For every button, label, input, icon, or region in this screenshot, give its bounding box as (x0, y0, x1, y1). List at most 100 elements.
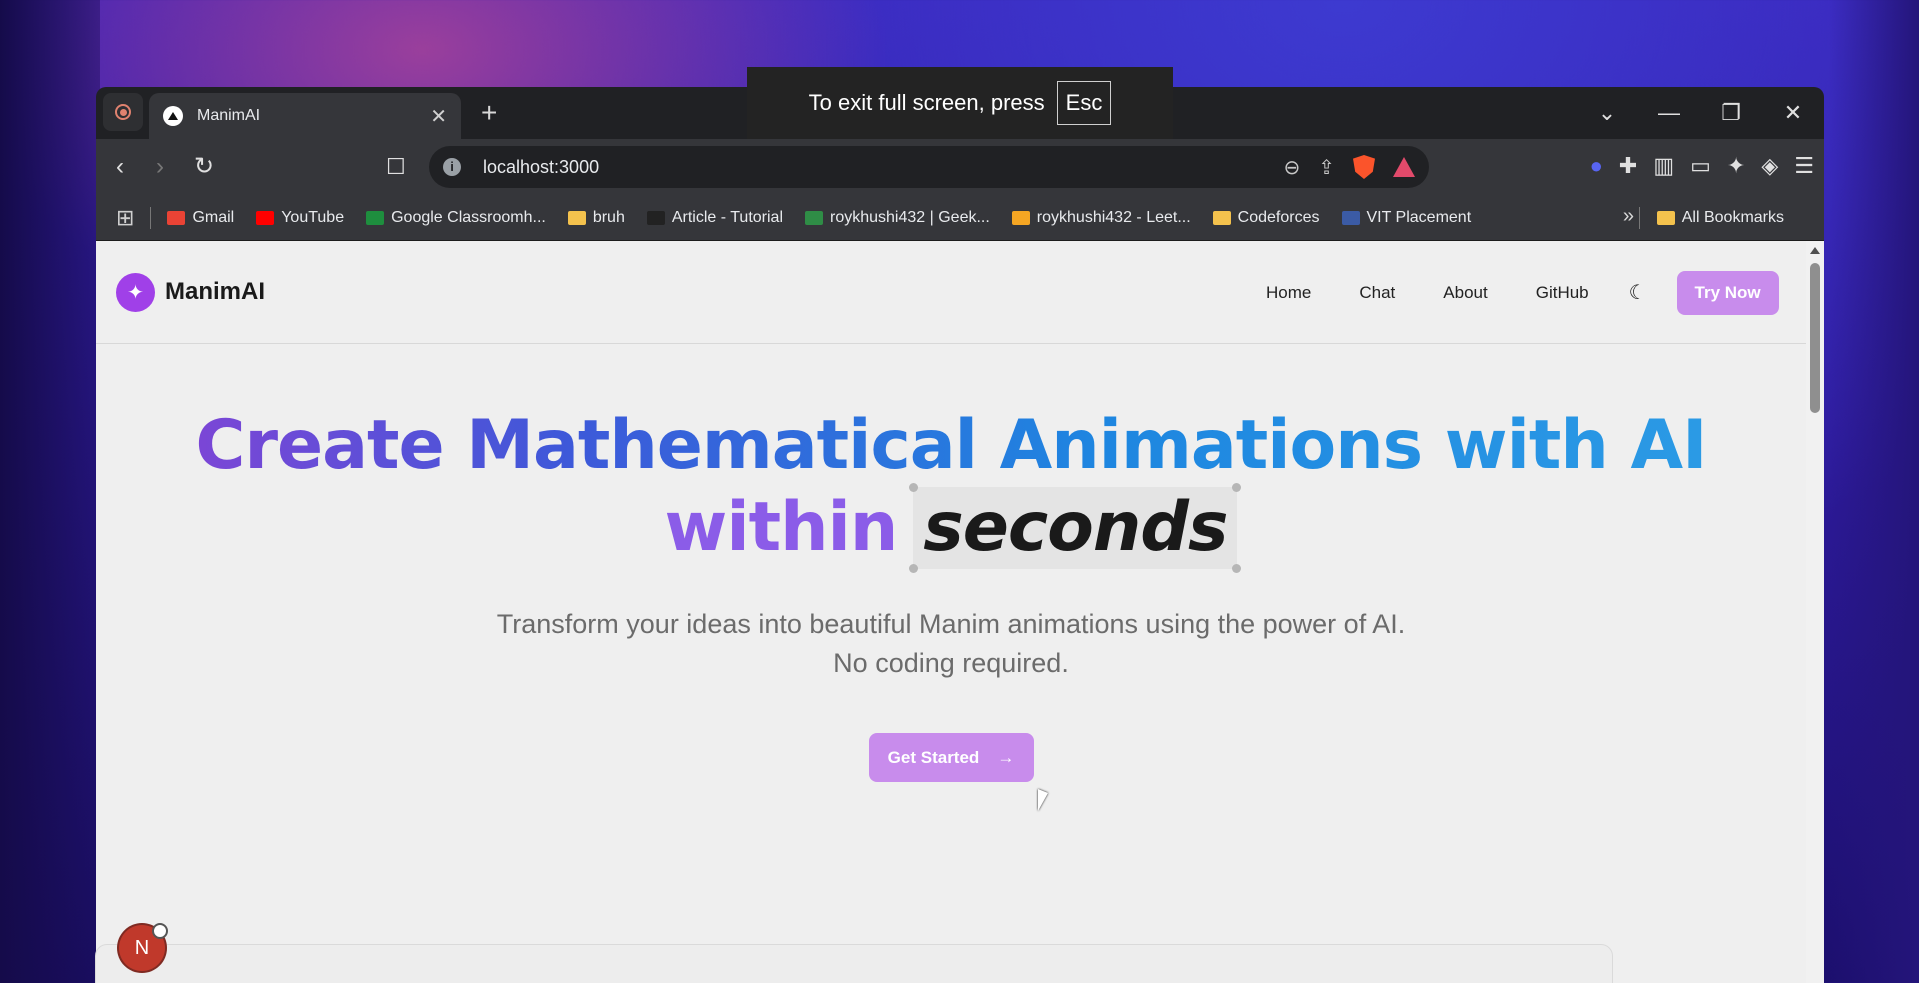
mouse-cursor (1038, 789, 1048, 811)
sidebar-icon[interactable]: ▥ (1653, 153, 1674, 179)
tab-title: ManimAI (197, 107, 261, 124)
resize-handle (909, 564, 919, 573)
more-bookmarks-icon[interactable]: » (1623, 205, 1634, 228)
restore-button[interactable]: ❐ (1700, 100, 1762, 126)
close-tab-icon[interactable]: ✕ (430, 104, 447, 129)
site-info-icon[interactable]: i (443, 158, 461, 176)
resize-handle (909, 483, 919, 492)
fullscreen-notice-text: To exit full screen, press (808, 90, 1045, 115)
bookmark-label: roykhushi432 - Leet... (1036, 208, 1191, 226)
bookmark-favicon-icon (1212, 210, 1231, 225)
get-started-label: Get Started (887, 747, 980, 767)
nav-github[interactable]: GitHub (1536, 283, 1589, 303)
back-icon[interactable]: ‹ (116, 153, 124, 181)
wallpaper-right (1829, 0, 1919, 983)
wallet-icon[interactable]: ▭ (1690, 153, 1711, 179)
avatar[interactable]: N (119, 923, 168, 971)
record-button[interactable] (103, 93, 143, 131)
menu-icon[interactable]: ☰ (1794, 153, 1814, 179)
bookmark-item[interactable]: roykhushi432 | Geek... (805, 209, 990, 227)
extensions-icon[interactable]: ✚ (1619, 153, 1637, 179)
bookmark-favicon-icon (1011, 210, 1030, 225)
fullscreen-notice: To exit full screen, press Esc (747, 67, 1173, 139)
tab-search-icon[interactable]: ⌄ (1576, 100, 1638, 126)
bookmark-favicon-icon (805, 210, 823, 225)
tab-manimai[interactable]: ManimAI ✕ (149, 93, 461, 139)
sparkle-logo-icon[interactable]: ✦ (116, 272, 155, 312)
wallpaper-left (0, 0, 100, 983)
site-navbar: ✦ ManimAI Home Chat About GitHub ☾ Try N… (96, 241, 1806, 344)
minimize-button[interactable]: — (1638, 100, 1700, 126)
bookmark-label: Article - Tutorial (671, 208, 783, 226)
get-started-button[interactable]: Get Started → (868, 733, 1034, 782)
extensions-area: ● ✚ ▥ ▭ ✦ ◈ ☰ (1590, 153, 1814, 179)
page-scrollbar[interactable] (1806, 241, 1824, 983)
forward-icon[interactable]: › (156, 153, 164, 181)
bookmark-favicon-icon (646, 210, 665, 225)
new-tab-button[interactable]: + (481, 97, 497, 129)
bookmark-item[interactable]: Codeforces (1212, 208, 1320, 227)
hero-title-seconds: seconds (909, 483, 1242, 573)
bookmark-item[interactable]: YouTube (256, 209, 344, 227)
zoom-icon[interactable]: ⊖ (1283, 155, 1300, 180)
address-bar[interactable]: i ⊖ ⇪ (429, 146, 1429, 188)
record-icon (115, 104, 131, 120)
nav-links: Home Chat About GitHub ☾ Try Now (1266, 241, 1779, 344)
brave-rewards-icon[interactable] (1393, 157, 1415, 177)
hero-title-line1: Create Mathematical Animations with AI (195, 406, 1708, 485)
brand-name[interactable]: ManimAI (165, 278, 265, 306)
bookmark-item[interactable]: Google Classroomh... (366, 209, 546, 227)
bookmark-label: roykhushi432 | Geek... (830, 208, 990, 226)
share-icon[interactable]: ⇪ (1318, 155, 1335, 180)
bookmark-item[interactable]: roykhushi432 - Leet... (1011, 208, 1191, 227)
hero-title: Create Mathematical Animations with AI w… (96, 405, 1806, 573)
bookmark-label: VIT Placement (1366, 208, 1472, 226)
seconds-text: seconds (923, 488, 1228, 567)
nav-about[interactable]: About (1443, 283, 1487, 303)
reload-icon[interactable]: ↻ (194, 153, 214, 181)
arrow-right-icon: → (997, 747, 1015, 767)
bookmark-favicon-icon (366, 210, 385, 225)
bookmark-item[interactable]: Gmail (167, 209, 234, 227)
bookmarks-bar: ⊞ Gmail YouTube Google Classroomh... bruh Ar… (96, 195, 1824, 241)
resize-handle (1232, 564, 1242, 573)
folder-icon (1656, 211, 1675, 225)
theme-toggle-moon-icon[interactable]: ☾ (1629, 280, 1647, 305)
bookmark-item[interactable]: Article - Tutorial (646, 208, 783, 227)
bookmark-label: Google Classroomh... (391, 208, 546, 226)
window-controls: ⌄ — ❐ ✕ (1576, 87, 1824, 139)
hero-subtitle: Transform your ideas into beautiful Mani… (496, 609, 1406, 678)
all-bookmarks-label: All Bookmarks (1681, 209, 1784, 226)
nav-chat[interactable]: Chat (1359, 283, 1395, 303)
discord-icon[interactable]: ● (1590, 153, 1603, 179)
all-bookmarks[interactable]: All Bookmarks (1638, 195, 1784, 241)
scroll-thumb[interactable] (1810, 263, 1820, 413)
esc-key: Esc (1056, 81, 1112, 125)
browser-window: ManimAI ✕ + ⌄ — ❐ ✕ ‹ › ↻ ☐ i ⊖ ⇪ ● ✚ (96, 87, 1824, 983)
page-viewport: ✦ ManimAI Home Chat About GitHub ☾ Try N… (96, 241, 1806, 983)
bookmark-favicon-icon (256, 210, 275, 225)
bookmark-item[interactable]: bruh (567, 208, 625, 227)
bookmark-label: Codeforces (1237, 208, 1320, 226)
apps-icon[interactable]: ⊞ (116, 205, 134, 231)
bookmark-label: Gmail (192, 208, 235, 226)
leo-ai-icon[interactable]: ✦ (1727, 153, 1745, 179)
bookmarks-divider (150, 206, 152, 229)
vpn-icon[interactable]: ◈ (1761, 153, 1778, 179)
bookmark-label: YouTube (281, 208, 345, 226)
brave-shield-icon[interactable] (1353, 155, 1375, 179)
browser-toolbar: ‹ › ↻ ☐ i ⊖ ⇪ ● ✚ ▥ ▭ ✦ ◈ ☰ (96, 139, 1824, 195)
scroll-up-arrow[interactable] (1810, 247, 1820, 254)
bookmark-icon[interactable]: ☐ (386, 153, 406, 181)
close-window-button[interactable]: ✕ (1762, 100, 1824, 126)
nav-home[interactable]: Home (1266, 283, 1311, 303)
try-now-button[interactable]: Try Now (1676, 270, 1779, 315)
url-input[interactable] (483, 156, 1284, 178)
favicon-icon (163, 106, 183, 126)
bookmark-label: bruh (592, 208, 625, 226)
bookmark-favicon-icon (1341, 210, 1360, 225)
bookmark-item[interactable]: VIT Placement (1341, 208, 1472, 227)
hero-title-within: within (664, 488, 899, 567)
resize-handle (1232, 483, 1242, 492)
content-card (95, 944, 1613, 983)
